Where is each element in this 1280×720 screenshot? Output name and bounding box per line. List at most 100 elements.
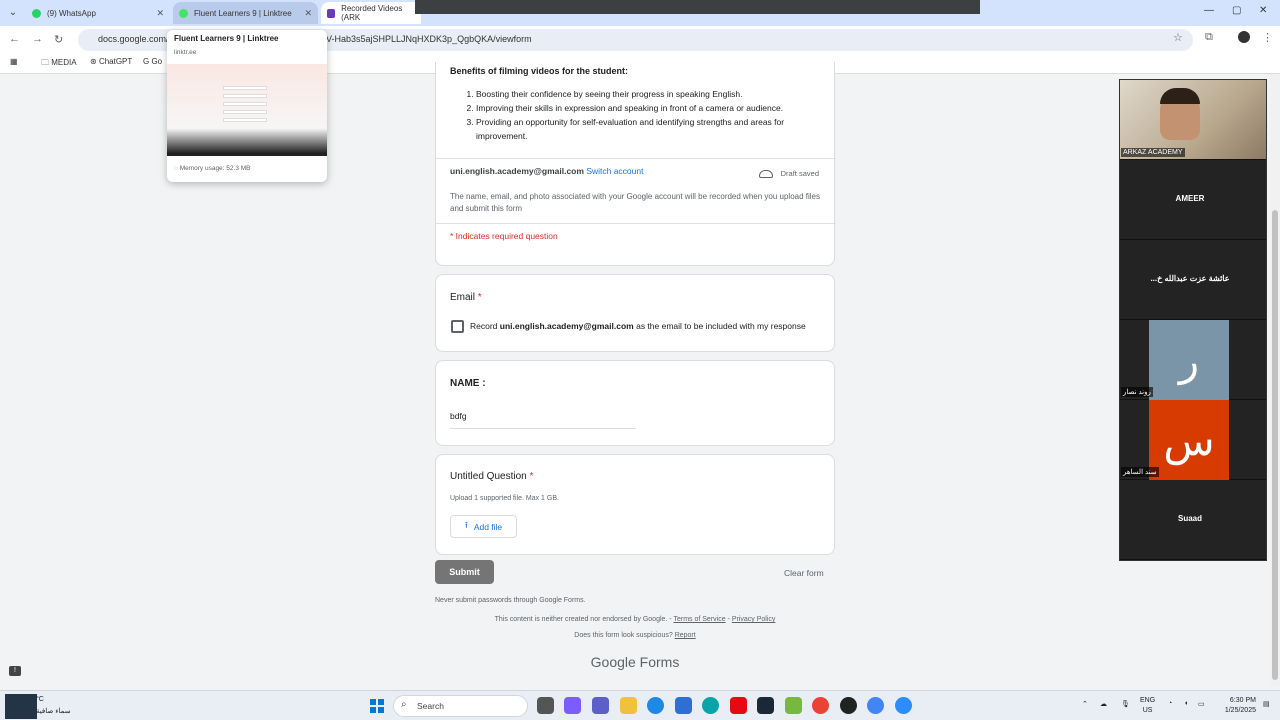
google-forms-logo[interactable]: Google Forms xyxy=(0,654,1270,670)
avatar: ر xyxy=(1149,320,1229,400)
maximize-icon[interactable]: ▢ xyxy=(1232,5,1241,16)
terms-link[interactable]: Terms of Service xyxy=(673,616,725,623)
question-title: Email * xyxy=(450,292,482,303)
tab-search-icon[interactable]: ⌄ xyxy=(4,4,22,22)
app-p-icon[interactable] xyxy=(702,697,719,714)
extensions-icon[interactable]: ⧉ xyxy=(1205,31,1213,44)
start-icon[interactable] xyxy=(370,699,384,713)
copilot-icon[interactable] xyxy=(564,697,581,714)
store-icon[interactable] xyxy=(675,697,692,714)
record-email-checkbox[interactable] xyxy=(451,320,464,333)
edge-icon[interactable] xyxy=(647,697,664,714)
file-explorer-icon[interactable] xyxy=(620,697,637,714)
minimize-icon[interactable]: — xyxy=(1204,5,1214,16)
url-path: V-Hab3s5ajSHPLLJNqHXDK3p_QgbQKA/viewform xyxy=(326,34,532,44)
keyboard-region: US xyxy=(1142,707,1153,714)
menu-icon[interactable]: ⋮ xyxy=(1262,31,1273,44)
page-scrollbar[interactable] xyxy=(1270,74,1280,686)
search-icon: ⌕ xyxy=(401,699,407,710)
chrome-icon[interactable] xyxy=(812,697,829,714)
apps-grid-icon[interactable]: ▦ xyxy=(10,57,18,66)
windows-taskbar: °C سماء صافية ⌕ Search ⌃ ☁ 🎙 ENG US ◔ ◖ … xyxy=(0,690,1280,720)
netflix-icon[interactable] xyxy=(730,697,747,714)
clear-form-button[interactable]: Clear form xyxy=(784,568,824,578)
meeting-toolbar-overlay xyxy=(415,0,980,14)
bookmark-media[interactable]: 🗀 MEDIA xyxy=(41,57,77,71)
zoom-icon[interactable] xyxy=(895,697,912,714)
time: 6:30 PM xyxy=(1229,697,1256,704)
onedrive-icon[interactable]: ☁ xyxy=(1100,700,1107,708)
close-icon[interactable]: ✕ xyxy=(156,8,164,19)
question-title: Untitled Question * xyxy=(450,471,533,482)
utorrent-icon[interactable] xyxy=(785,697,802,714)
forward-icon[interactable]: → xyxy=(32,33,43,45)
steam-icon[interactable] xyxy=(757,697,774,714)
volume-icon[interactable]: ◖ xyxy=(1184,700,1188,707)
reload-icon[interactable]: ↻ xyxy=(54,33,63,46)
bookmark-google[interactable]: G Go xyxy=(143,57,162,66)
submit-button[interactable]: Submit xyxy=(435,560,494,584)
tab-hover-preview: Fluent Learners 9 | Linktree linktr.ee ◌… xyxy=(167,30,327,182)
list-item: Providing an opportunity for self-evalua… xyxy=(476,115,816,143)
scrollbar-thumb[interactable] xyxy=(1272,210,1278,680)
tab-linktree[interactable]: Fluent Learners 9 | Linktree ✕ xyxy=(173,2,318,24)
tab-title: Fluent Learners 9 | Linktree xyxy=(194,8,292,18)
tray-overflow-icon[interactable]: ⌃ xyxy=(1082,700,1088,708)
switch-account-link[interactable]: Switch account xyxy=(586,166,643,176)
required-star: * xyxy=(477,292,482,303)
feedback-icon[interactable]: ! xyxy=(9,666,21,676)
notification-icon[interactable]: ▤ xyxy=(1263,700,1270,708)
task-view-icon[interactable] xyxy=(537,697,554,714)
tab-whatsapp[interactable]: (9) WhatsApp ✕ xyxy=(26,2,170,24)
benefits-title: Benefits of filming videos for the stude… xyxy=(450,66,629,76)
participant-tile[interactable]: AMEER xyxy=(1120,160,1266,240)
weather-temp: °C xyxy=(36,696,44,703)
preview-thumbnail xyxy=(167,64,327,156)
url-host: docs.google.com/ xyxy=(98,34,169,44)
required-star: * xyxy=(529,471,534,482)
microphone-icon[interactable]: 🎙 xyxy=(1121,700,1130,708)
participant-tile[interactable]: عائشة عزت عبدالله خ... xyxy=(1120,240,1266,320)
disclaimer-text: This content is neither created nor endo… xyxy=(494,616,672,623)
chrome-active-icon[interactable] xyxy=(867,697,884,714)
participant-tile[interactable]: ر روند نصار xyxy=(1120,320,1266,400)
preview-domain: linktr.ee xyxy=(174,49,197,56)
preview-title: Fluent Learners 9 | Linktree xyxy=(174,34,279,43)
teams-icon[interactable] xyxy=(592,697,609,714)
battery-icon[interactable]: ▭ xyxy=(1198,700,1205,708)
participant-tile[interactable]: Suaad xyxy=(1120,480,1266,560)
question-label: Untitled Question xyxy=(450,471,527,482)
account-notice: The name, email, and photo associated wi… xyxy=(450,192,820,213)
list-item: Boosting their confidence by seeing thei… xyxy=(476,87,816,101)
draft-status: Draft saved xyxy=(758,169,819,179)
upload-question-card: Untitled Question * Upload 1 supported f… xyxy=(435,454,835,555)
tab-recorded-videos[interactable]: Recorded Videos (ARK xyxy=(321,2,421,24)
suspicious-row: Does this form look suspicious? Report xyxy=(0,632,1270,639)
bookmark-chatgpt[interactable]: ⊛ ChatGPT xyxy=(90,57,132,66)
add-file-button[interactable]: ⭱ Add file xyxy=(450,515,517,538)
privacy-link[interactable]: Privacy Policy xyxy=(732,616,776,623)
name-input[interactable]: bdfg xyxy=(450,411,636,429)
question-label: Email xyxy=(450,292,476,303)
close-icon[interactable]: ✕ xyxy=(304,8,312,19)
back-icon[interactable]: ← xyxy=(9,33,20,45)
language-indicator[interactable]: ENG US xyxy=(1140,696,1155,716)
participant-tile[interactable]: س سند الساهر xyxy=(1120,400,1266,480)
record-email-label[interactable]: Record uni.english.academy@gmail.com as … xyxy=(470,321,806,331)
participant-tile[interactable]: ARKAZ ACADEMY xyxy=(1120,80,1266,160)
chatgpt-icon[interactable] xyxy=(840,697,857,714)
weather-widget-icon[interactable] xyxy=(5,694,37,719)
checkbox-suffix: as the email to be included with my resp… xyxy=(636,321,806,331)
report-link[interactable]: Report xyxy=(675,632,696,639)
close-window-icon[interactable]: ✕ xyxy=(1259,5,1267,16)
list-item: Improving their skills in expression and… xyxy=(476,101,816,115)
upload-hint: Upload 1 supported file. Max 1 GB. xyxy=(450,495,559,502)
name-question-card: NAME : bdfg xyxy=(435,360,835,446)
profile-avatar[interactable] xyxy=(1238,31,1250,43)
account-row: uni.english.academy@gmail.com Switch acc… xyxy=(450,166,643,176)
bookmark-star-icon[interactable]: ☆ xyxy=(1173,31,1183,44)
taskbar-search[interactable]: ⌕ Search xyxy=(393,695,528,717)
upload-icon: ⭱ xyxy=(464,519,468,530)
clock[interactable]: 6:30 PM 1/25/2025 xyxy=(1212,696,1256,716)
wifi-icon[interactable]: ◔ xyxy=(1168,700,1172,707)
